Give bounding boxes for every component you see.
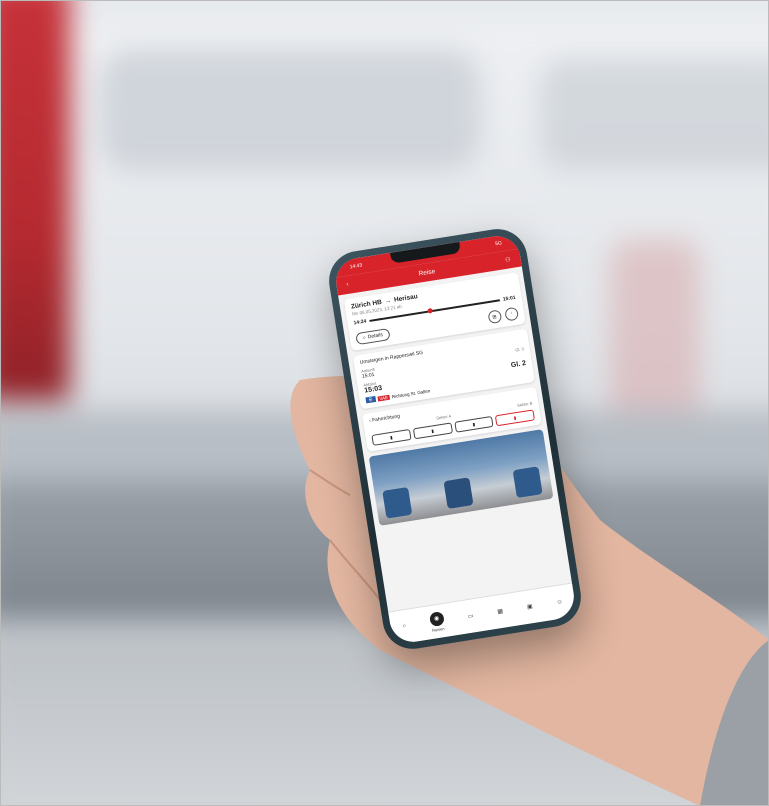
profile-icon: ☺ (556, 598, 564, 606)
people-icon[interactable]: ⚇ (505, 256, 511, 264)
ticket-icon: ▭ (467, 613, 475, 621)
tab-journeys-label: Reisen (431, 625, 445, 633)
details-label: Details (367, 331, 384, 340)
back-icon[interactable]: ‹ (346, 282, 349, 288)
line-badge: VAE (376, 394, 391, 402)
details-button[interactable]: ⌕ Details (355, 327, 391, 345)
tab-card[interactable]: ▣ (526, 603, 534, 611)
info-icon[interactable]: ⁱ (504, 306, 520, 322)
coach-1[interactable]: ▮ (371, 428, 412, 446)
arrival-time: 15:01 (361, 371, 375, 380)
coach-3[interactable]: ▮ (453, 415, 494, 433)
status-time: 14:43 (349, 262, 363, 271)
train-icon[interactable]: ⊞ (487, 309, 502, 325)
tab-journeys[interactable]: ◉ Reisen (428, 610, 446, 633)
train-badge-icon: 🚆 (365, 396, 376, 404)
sector-a-label: Sektor A (435, 413, 452, 421)
arrival-track: Gl. 3 (514, 346, 525, 353)
tab-profile[interactable]: ☺ (556, 599, 563, 606)
page-title: Reise (418, 267, 436, 278)
arr-time: 15:01 (502, 294, 517, 303)
dep-time: 14:24 (353, 318, 367, 327)
search-icon: ⌕ (362, 334, 367, 341)
departure-track: Gl. 2 (510, 359, 527, 369)
departure-time: 15:03 (363, 384, 383, 395)
status-signal: 5G (494, 240, 503, 248)
journey-icon: ◉ (428, 610, 445, 627)
tab-qr[interactable]: ▦ (497, 608, 504, 616)
tab-search[interactable]: ⌕ (402, 623, 406, 630)
sector-b-label: Sektor B (516, 400, 533, 408)
qr-icon: ▦ (497, 608, 504, 616)
coach-4[interactable]: ▮ (495, 409, 536, 427)
tab-tickets[interactable]: ▭ (467, 612, 475, 621)
arrow-right-icon: → (384, 297, 392, 306)
search-icon: ⌕ (402, 622, 407, 630)
current-position-dot (427, 308, 434, 314)
direction-text: Richtung St. Gallen (391, 387, 431, 399)
coach-2[interactable]: ▮ (412, 422, 453, 440)
card-icon: ▣ (526, 603, 534, 611)
